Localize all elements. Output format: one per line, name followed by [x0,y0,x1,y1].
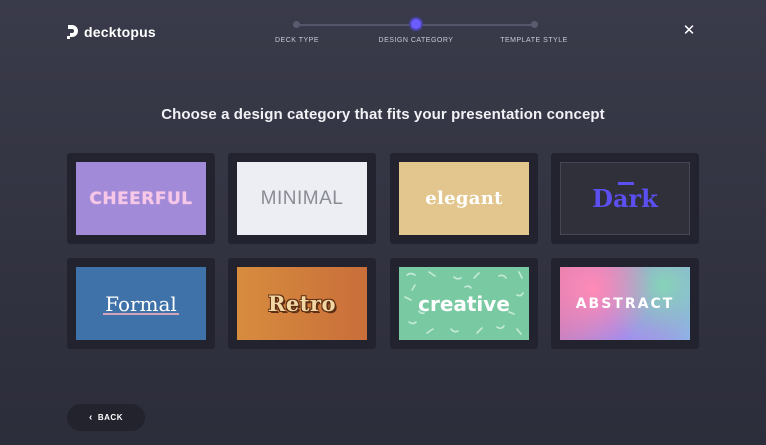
category-thumbnail: MINIMAL [237,162,367,235]
design-category-grid: CHEERFUL MINIMAL elegant Dark Formal Ret… [67,153,699,349]
back-button-label: BACK [97,413,123,422]
category-label: elegant [425,188,503,209]
category-card-dark[interactable]: Dark [551,153,699,244]
category-thumbnail: Retro [237,267,367,340]
category-label: Formal [105,291,177,316]
category-label: ABSTRACT [575,295,675,312]
category-thumbnail: ABSTRACT [560,267,690,340]
logo: decktopus [67,24,156,40]
chevron-left-icon: ‹ [89,411,93,423]
step-label-template-style: TEMPLATE STYLE [500,37,568,44]
close-button[interactable]: ✕ [681,23,697,39]
category-label: MINIMAL [260,187,344,209]
progress-stepper: DECK TYPE DESIGN CATEGORY TEMPLATE STYLE [270,18,570,48]
category-card-abstract[interactable]: ABSTRACT [551,258,699,349]
category-label: CHEERFUL [89,188,193,209]
step-label-design-category: DESIGN CATEGORY [378,37,454,44]
app-name: decktopus [84,24,156,40]
step-label-deck-type: DECK TYPE [274,37,320,44]
step-dot-design-category [411,19,421,29]
category-label: creative [418,291,510,316]
step-dot-deck-type [293,21,300,28]
back-button[interactable]: ‹ BACK [67,404,145,431]
category-card-elegant[interactable]: elegant [390,153,538,244]
category-card-minimal[interactable]: MINIMAL [228,153,376,244]
category-thumbnail: CHEERFUL [76,162,206,235]
category-card-retro[interactable]: Retro [228,258,376,349]
category-card-formal[interactable]: Formal [67,258,215,349]
decktopus-logo-icon [67,25,78,39]
category-card-cheerful[interactable]: CHEERFUL [67,153,215,244]
category-card-creative[interactable]: creative [390,258,538,349]
category-thumbnail: creative [399,267,529,340]
underline-decoration [103,313,179,315]
close-icon: ✕ [682,22,696,39]
page-heading: Choose a design category that fits your … [161,106,605,123]
category-thumbnail: elegant [399,162,529,235]
category-label: Retro [267,291,337,316]
category-label: Dark [592,184,658,213]
category-thumbnail: Dark [560,162,690,235]
category-thumbnail: Formal [76,267,206,340]
step-dot-template-style [531,21,538,28]
